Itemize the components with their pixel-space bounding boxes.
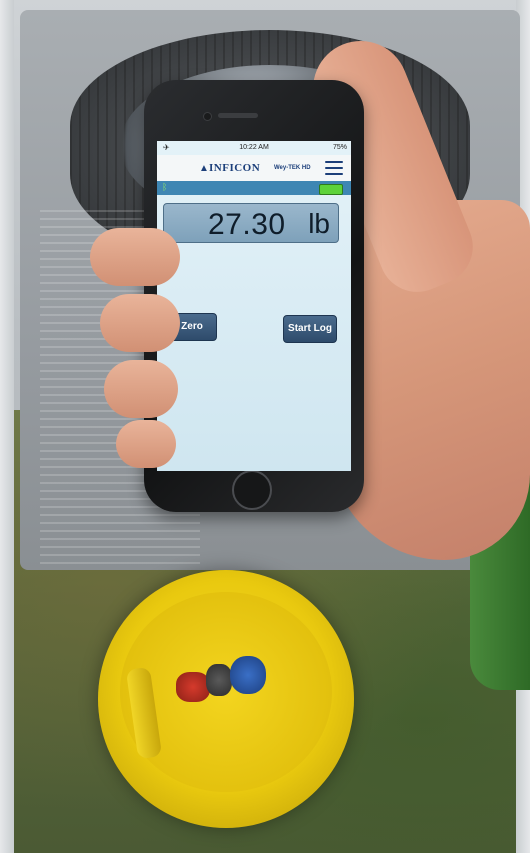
photo-scene: ✈ 10:22 AM 75% ▲ INFICON Wey-TEK HD ᛒ 27… bbox=[0, 0, 530, 853]
connection-bar: ᛒ bbox=[157, 181, 351, 195]
gray-valve bbox=[206, 664, 232, 696]
weight-value: 27.30 bbox=[208, 208, 286, 241]
home-button[interactable] bbox=[232, 470, 272, 510]
finger-pinky bbox=[116, 420, 176, 468]
app-header: ▲ INFICON Wey-TEK HD bbox=[157, 155, 351, 181]
weight-display: 27.30 lb bbox=[163, 203, 339, 243]
border-left bbox=[0, 0, 14, 853]
hamburger-menu-icon[interactable] bbox=[325, 161, 343, 175]
start-log-button[interactable]: Start Log bbox=[283, 315, 337, 343]
battery-icon bbox=[319, 184, 343, 195]
inficon-logo-icon: ▲ bbox=[199, 163, 209, 174]
finger-ring bbox=[104, 360, 178, 418]
brand-name: INFICON bbox=[209, 162, 261, 174]
earpiece-speaker bbox=[218, 113, 258, 118]
bluetooth-icon: ᛒ bbox=[162, 182, 168, 192]
finger-middle bbox=[100, 294, 180, 352]
red-valve bbox=[176, 672, 210, 702]
status-time: 10:22 AM bbox=[239, 144, 269, 151]
phone-screen: ✈ 10:22 AM 75% ▲ INFICON Wey-TEK HD ᛒ 27… bbox=[157, 141, 351, 471]
front-camera bbox=[203, 112, 212, 121]
blue-valve bbox=[230, 656, 266, 694]
finger-index bbox=[90, 228, 180, 286]
product-name: Wey-TEK HD bbox=[274, 165, 311, 171]
status-battery: 75% bbox=[332, 144, 347, 151]
status-bar: ✈ 10:22 AM 75% bbox=[157, 141, 351, 155]
weight-unit: lb bbox=[308, 208, 330, 239]
